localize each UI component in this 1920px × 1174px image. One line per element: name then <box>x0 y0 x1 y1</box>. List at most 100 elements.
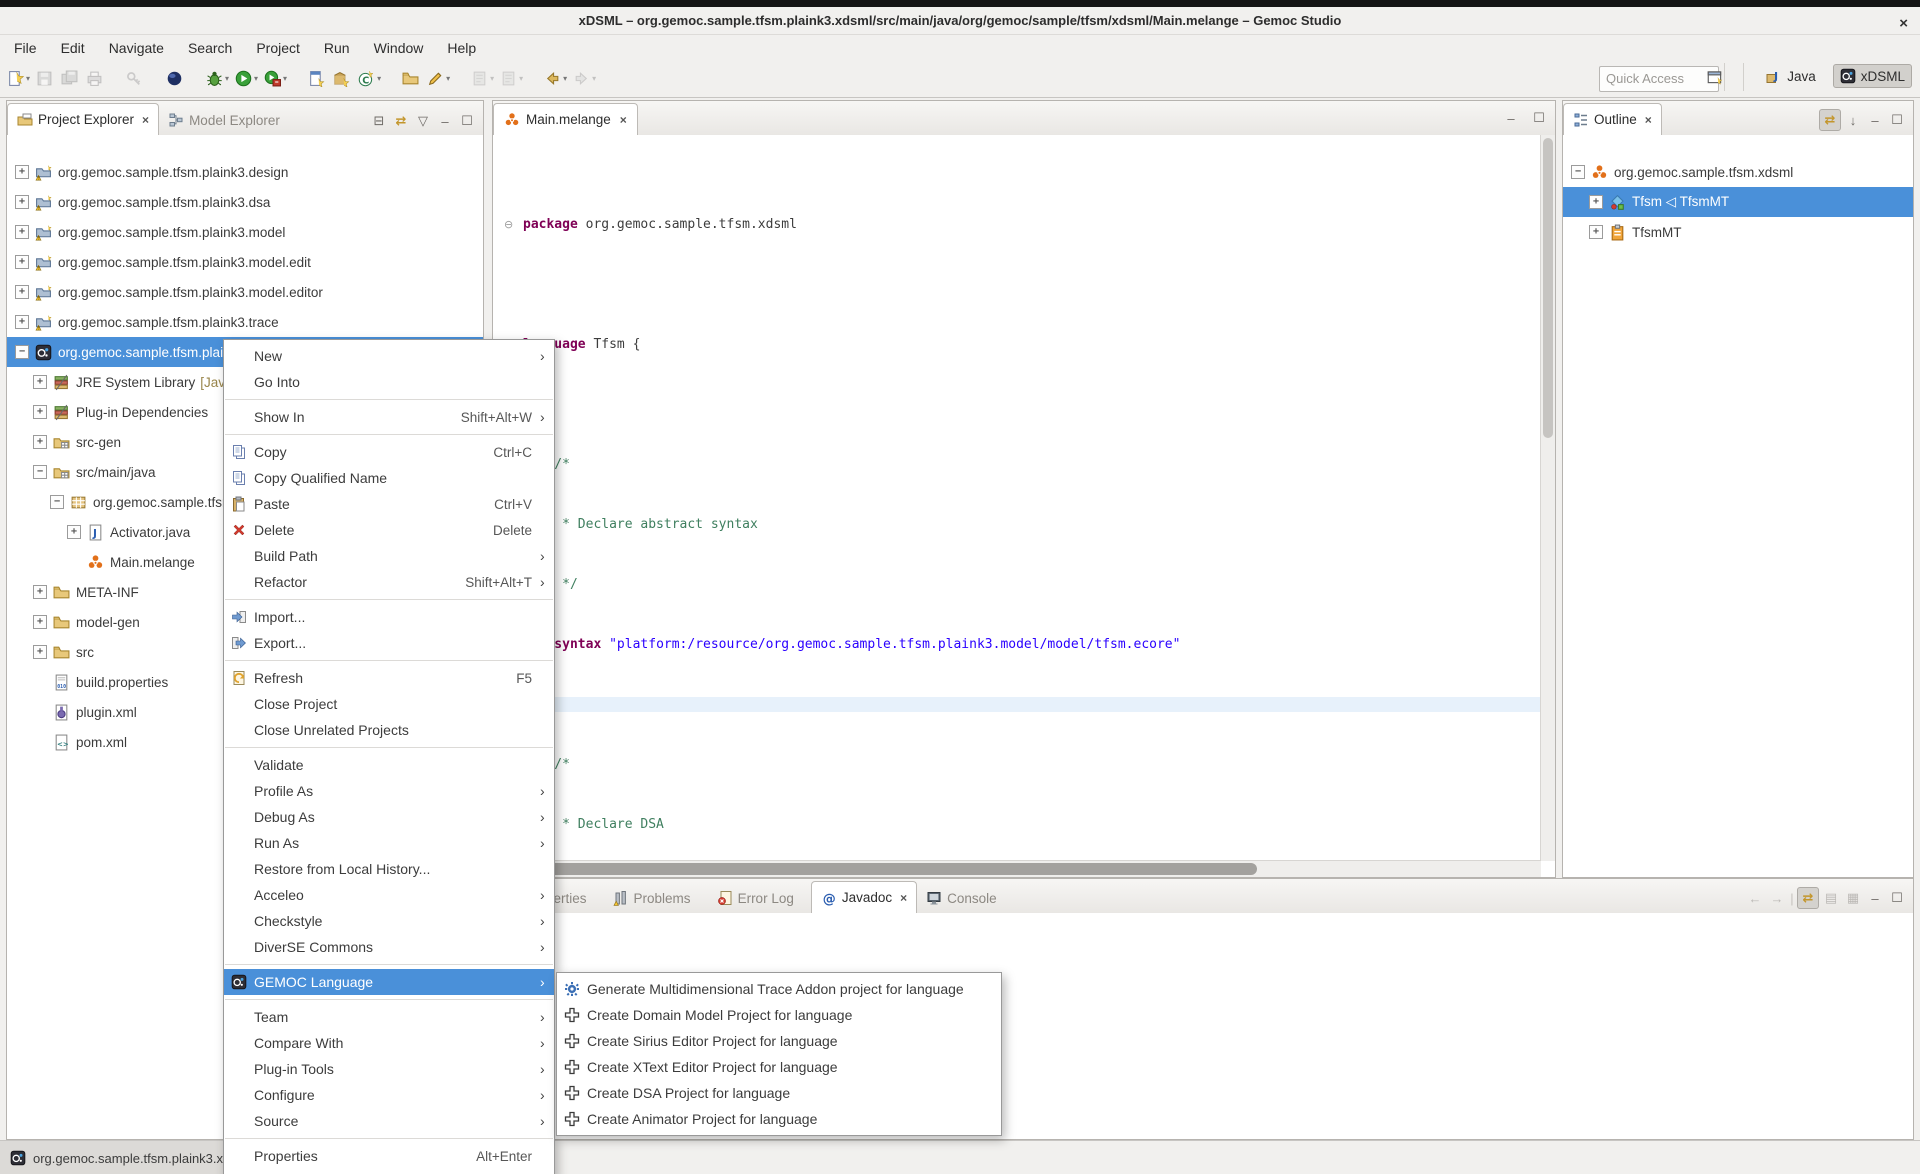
editor-tab[interactable]: Main.melange × <box>493 103 638 135</box>
context-menu-item[interactable]: Go Into <box>224 369 554 395</box>
expander-icon[interactable]: − <box>33 465 47 479</box>
expander-icon[interactable]: + <box>33 615 47 629</box>
toolbar-button[interactable]: ▾ <box>542 66 569 92</box>
context-menu-item[interactable]: Properties Alt+Enter <box>224 1143 554 1169</box>
view-toolbar-button[interactable]: ☐ <box>1887 110 1907 130</box>
view-tab[interactable]: Model Explorer <box>159 105 297 135</box>
dropdown-arrow-icon[interactable]: ▾ <box>563 74 567 83</box>
view-tab[interactable]: Problems <box>604 883 708 913</box>
view-toolbar-button[interactable]: ☐ <box>1887 888 1907 908</box>
quick-access-input[interactable]: Quick Access <box>1599 66 1719 92</box>
outline-item[interactable]: + TfsmMT <box>1563 217 1913 247</box>
dropdown-arrow-icon[interactable]: ▾ <box>519 74 523 83</box>
view-toolbar-button[interactable]: ☐ <box>457 111 477 131</box>
view-toolbar-button[interactable]: ← <box>1745 888 1765 908</box>
expander-icon[interactable]: + <box>15 225 29 239</box>
toolbar-button[interactable] <box>306 66 329 92</box>
dropdown-arrow-icon[interactable]: ▾ <box>592 74 596 83</box>
toolbar-button[interactable]: ▾ <box>5 66 32 92</box>
expander-icon[interactable]: − <box>1571 165 1585 179</box>
context-menu-item[interactable]: Restore from Local History... <box>224 856 554 882</box>
view-tab[interactable]: Javadoc × <box>811 881 917 914</box>
toolbar-button[interactable]: ▾ <box>498 66 525 92</box>
context-menu-item[interactable]: Debug As › <box>224 804 554 830</box>
view-toolbar-button[interactable]: ↓ <box>1843 110 1863 130</box>
context-menu-item[interactable]: Import... <box>224 604 554 630</box>
view-toolbar-button[interactable]: – <box>1865 888 1885 908</box>
open-perspective-icon[interactable] <box>1706 68 1724 86</box>
expander-icon[interactable]: + <box>67 525 81 539</box>
dropdown-arrow-icon[interactable]: ▾ <box>446 74 450 83</box>
context-menu-item[interactable]: Checkstyle › <box>224 908 554 934</box>
expander-icon[interactable]: + <box>1589 195 1603 209</box>
editor-minmax-button[interactable]: – <box>1501 108 1521 128</box>
context-menu-item[interactable]: Configure › <box>224 1082 554 1108</box>
dropdown-arrow-icon[interactable]: ▾ <box>26 74 30 83</box>
expander-icon[interactable]: + <box>15 195 29 209</box>
context-menu-item[interactable]: Export... <box>224 630 554 656</box>
context-menu-item[interactable]: Copy Ctrl+C <box>224 439 554 465</box>
view-toolbar-button[interactable]: | <box>1789 888 1795 908</box>
perspective-button[interactable]: xDSML <box>1833 64 1912 88</box>
tree-item[interactable]: + org.gemoc.sample.tfsm.plaink3.trace <box>7 307 483 337</box>
context-menu-item[interactable]: Team › <box>224 1004 554 1030</box>
view-toolbar-button[interactable]: → <box>1767 888 1787 908</box>
menu-item[interactable]: Navigate <box>97 37 176 59</box>
context-menu-item[interactable] <box>224 395 554 404</box>
view-toolbar-button[interactable]: ▤ <box>1821 888 1841 908</box>
tree-item[interactable]: + org.gemoc.sample.tfsm.plaink3.model <box>7 217 483 247</box>
expander-icon[interactable] <box>33 705 47 719</box>
context-menu-item[interactable]: Validate <box>224 752 554 778</box>
context-menu-item[interactable]: Refresh F5 <box>224 665 554 691</box>
context-menu-item[interactable] <box>224 1134 554 1143</box>
context-menu-item[interactable]: Copy Qualified Name <box>224 465 554 491</box>
vertical-scrollbar[interactable] <box>1540 135 1555 861</box>
toolbar-button[interactable]: ▾ <box>469 66 496 92</box>
tree-item[interactable]: + org.gemoc.sample.tfsm.plaink3.dsa <box>7 187 483 217</box>
view-tab[interactable]: Outline × <box>1563 103 1662 136</box>
dropdown-arrow-icon[interactable]: ▾ <box>225 74 229 83</box>
toolbar-button[interactable] <box>400 66 423 92</box>
view-toolbar-button[interactable]: ⇄ <box>1819 109 1841 131</box>
expander-icon[interactable] <box>33 675 47 689</box>
context-menu-item[interactable]: New › <box>224 343 554 369</box>
close-icon[interactable]: × <box>1645 113 1652 127</box>
context-menu-item[interactable]: Close Unrelated Projects <box>224 717 554 743</box>
context-menu-item[interactable]: Compare With › <box>224 1030 554 1056</box>
expander-icon[interactable] <box>67 555 81 569</box>
context-menu-item[interactable]: Acceleo › <box>224 882 554 908</box>
menu-item[interactable]: Project <box>244 37 312 59</box>
close-icon[interactable]: × <box>900 891 907 905</box>
expander-icon[interactable]: + <box>1589 225 1603 239</box>
context-menu-item[interactable] <box>224 595 554 604</box>
toolbar-button[interactable]: ▾ <box>204 66 231 92</box>
close-icon[interactable]: × <box>620 113 627 127</box>
horizontal-scrollbar-thumb[interactable] <box>495 863 1257 875</box>
dropdown-arrow-icon[interactable]: ▾ <box>254 74 258 83</box>
tree-item[interactable]: + org.gemoc.sample.tfsm.plaink3.model.ed… <box>7 247 483 277</box>
toolbar-button[interactable]: ▾ <box>571 66 598 92</box>
dropdown-arrow-icon[interactable]: ▾ <box>490 74 494 83</box>
context-menu-item[interactable]: Close Project <box>224 691 554 717</box>
toolbar-button[interactable] <box>59 66 82 92</box>
expander-icon[interactable]: + <box>33 375 47 389</box>
toolbar-button[interactable]: ▾ <box>425 66 452 92</box>
context-menu-item[interactable]: Show In Shift+Alt+W › <box>224 404 554 430</box>
context-menu-item[interactable] <box>224 960 554 969</box>
expander-icon[interactable]: + <box>15 315 29 329</box>
view-tab[interactable]: Error Log <box>708 883 811 913</box>
context-menu-item[interactable]: Delete Delete <box>224 517 554 543</box>
view-toolbar-button[interactable]: ▦ <box>1843 888 1863 908</box>
menu-item[interactable]: Edit <box>49 37 97 59</box>
toolbar-button[interactable]: ▾ <box>233 66 260 92</box>
toolbar-button[interactable] <box>164 66 187 92</box>
context-menu-item[interactable]: GEMOC Language › <box>224 969 554 995</box>
toolbar-button[interactable] <box>34 66 57 92</box>
submenu-item[interactable]: Create Animator Project for language <box>557 1106 1001 1132</box>
context-menu-item[interactable]: Plug-in Tools › <box>224 1056 554 1082</box>
context-menu-item[interactable]: DiverSE Commons › <box>224 934 554 960</box>
outline-item[interactable]: + Tfsm ◁ TfsmMT <box>1563 187 1913 217</box>
dropdown-arrow-icon[interactable]: ▾ <box>377 74 381 83</box>
code-area[interactable]: package org.gemoc.sample.tfsm.xdsml lang… <box>493 135 1541 861</box>
submenu-item[interactable]: Generate Multidimensional Trace Addon pr… <box>557 976 1001 1002</box>
